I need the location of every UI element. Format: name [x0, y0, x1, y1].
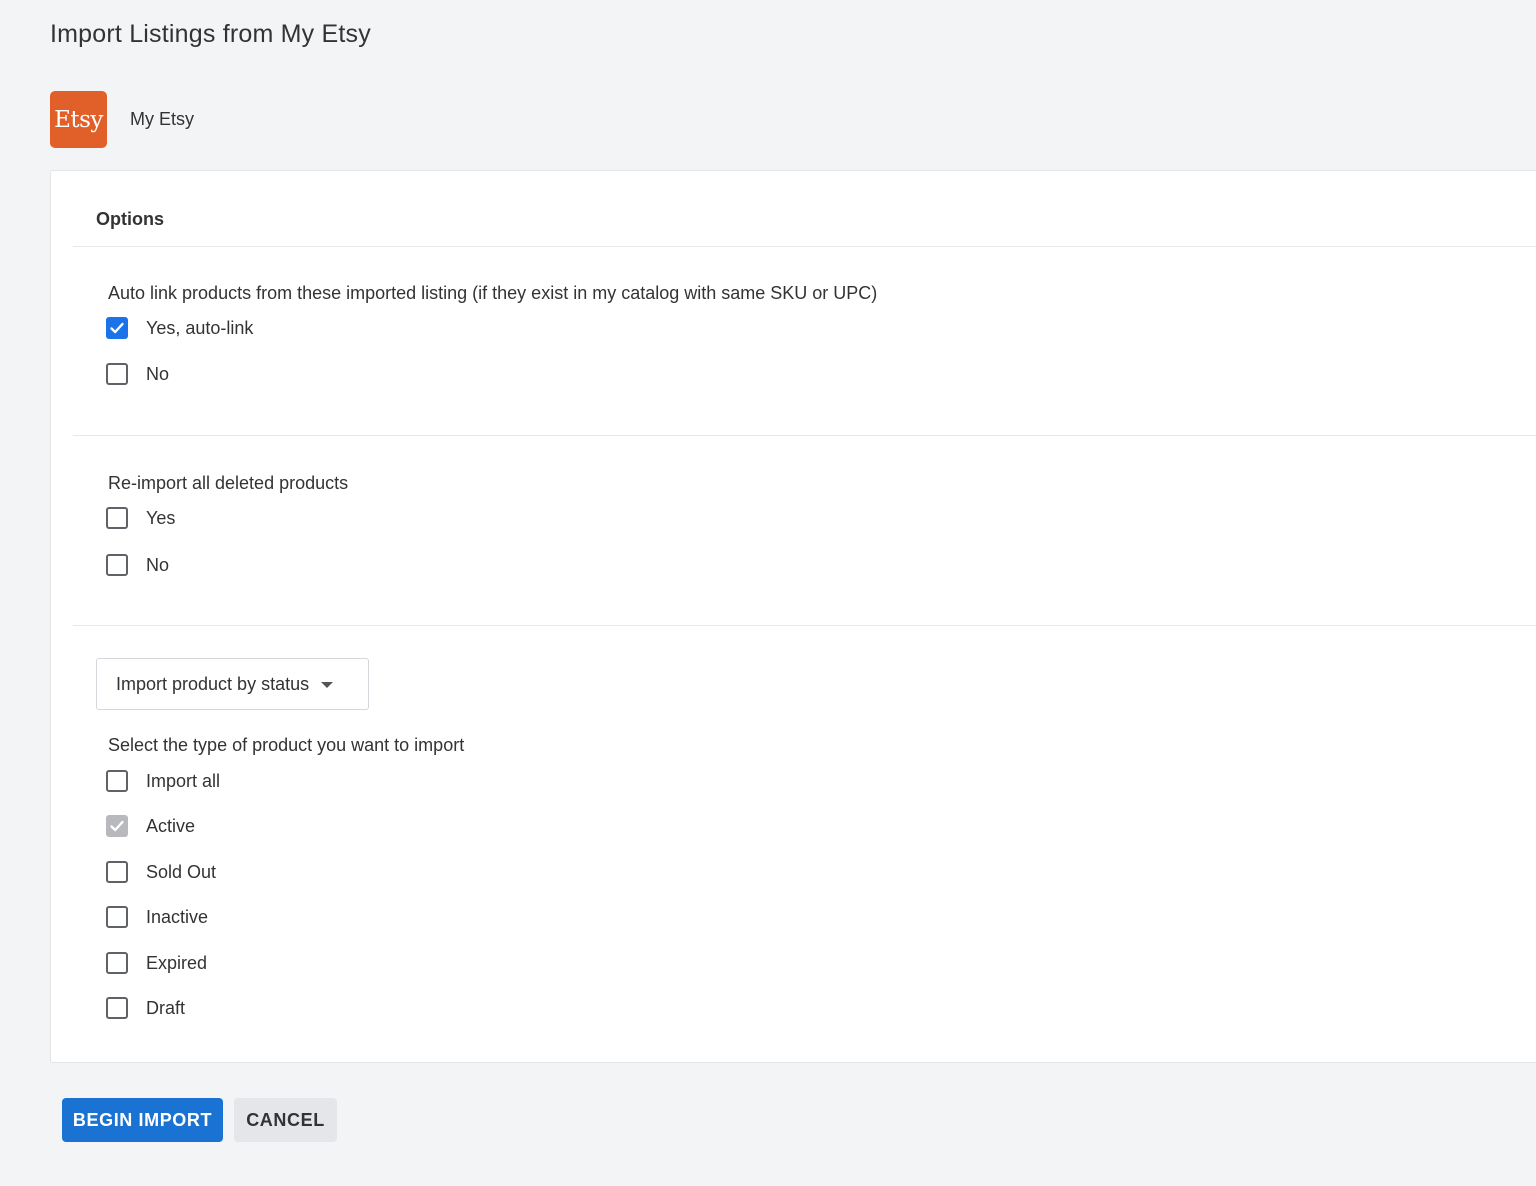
divider: [73, 246, 1536, 247]
import-status-selected: Import product by status: [116, 673, 310, 694]
type-active-label: Active: [146, 815, 196, 836]
type-expired-label: Expired: [146, 952, 208, 973]
type-import-all-checkbox[interactable]: [106, 770, 128, 792]
reimport-yes-option[interactable]: Yes: [106, 504, 175, 532]
type-sold-out-checkbox[interactable]: [106, 861, 128, 883]
divider: [73, 625, 1536, 626]
autolink-no-checkbox[interactable]: [106, 363, 128, 385]
autolink-no-label: No: [146, 363, 170, 384]
type-draft-label: Draft: [146, 997, 186, 1018]
etsy-logo: Etsy: [50, 91, 107, 148]
type-draft-checkbox[interactable]: [106, 997, 128, 1019]
reimport-no-option[interactable]: No: [106, 551, 169, 579]
store-name: My Etsy: [130, 109, 195, 129]
autolink-yes-checkbox[interactable]: [106, 317, 128, 339]
type-active-checkbox: [106, 815, 128, 837]
autolink-yes-option[interactable]: Yes, auto-link: [106, 314, 253, 342]
type-import-all-label: Import all: [146, 770, 221, 791]
type-expired-option[interactable]: Expired: [106, 949, 207, 977]
type-sold-out-label: Sold Out: [146, 861, 217, 882]
page-title: Import Listings from My Etsy: [50, 20, 371, 48]
type-inactive-label: Inactive: [146, 906, 209, 927]
type-inactive-checkbox[interactable]: [106, 906, 128, 928]
action-bar: BEGIN IMPORT CANCEL: [62, 1098, 337, 1142]
type-import-all-option[interactable]: Import all: [106, 767, 220, 795]
divider: [73, 435, 1536, 436]
reimport-yes-checkbox[interactable]: [106, 507, 128, 529]
reimport-label: Re-import all deleted products: [108, 473, 349, 493]
autolink-no-option[interactable]: No: [106, 360, 169, 388]
options-card: Options Auto link products from these im…: [50, 170, 1536, 1063]
store-header: Etsy My Etsy: [50, 91, 194, 148]
type-active-option: Active: [106, 812, 195, 840]
caret-down-icon: [321, 682, 334, 688]
begin-import-button[interactable]: BEGIN IMPORT: [62, 1098, 223, 1142]
type-sold-out-option[interactable]: Sold Out: [106, 858, 216, 886]
reimport-yes-label: Yes: [146, 507, 176, 528]
cancel-button[interactable]: CANCEL: [234, 1098, 337, 1142]
reimport-no-label: No: [146, 554, 170, 575]
autolink-yes-label: Yes, auto-link: [146, 317, 254, 338]
check-icon: [110, 820, 124, 832]
type-expired-checkbox[interactable]: [106, 952, 128, 974]
autolink-label: Auto link products from these imported l…: [108, 283, 878, 303]
type-draft-option[interactable]: Draft: [106, 994, 185, 1022]
options-header: Options: [96, 209, 164, 229]
import-status-dropdown[interactable]: Import product by status: [96, 658, 369, 710]
product-type-label: Select the type of product you want to i…: [108, 735, 465, 755]
check-icon: [110, 322, 124, 334]
reimport-no-checkbox[interactable]: [106, 554, 128, 576]
type-inactive-option[interactable]: Inactive: [106, 903, 208, 931]
